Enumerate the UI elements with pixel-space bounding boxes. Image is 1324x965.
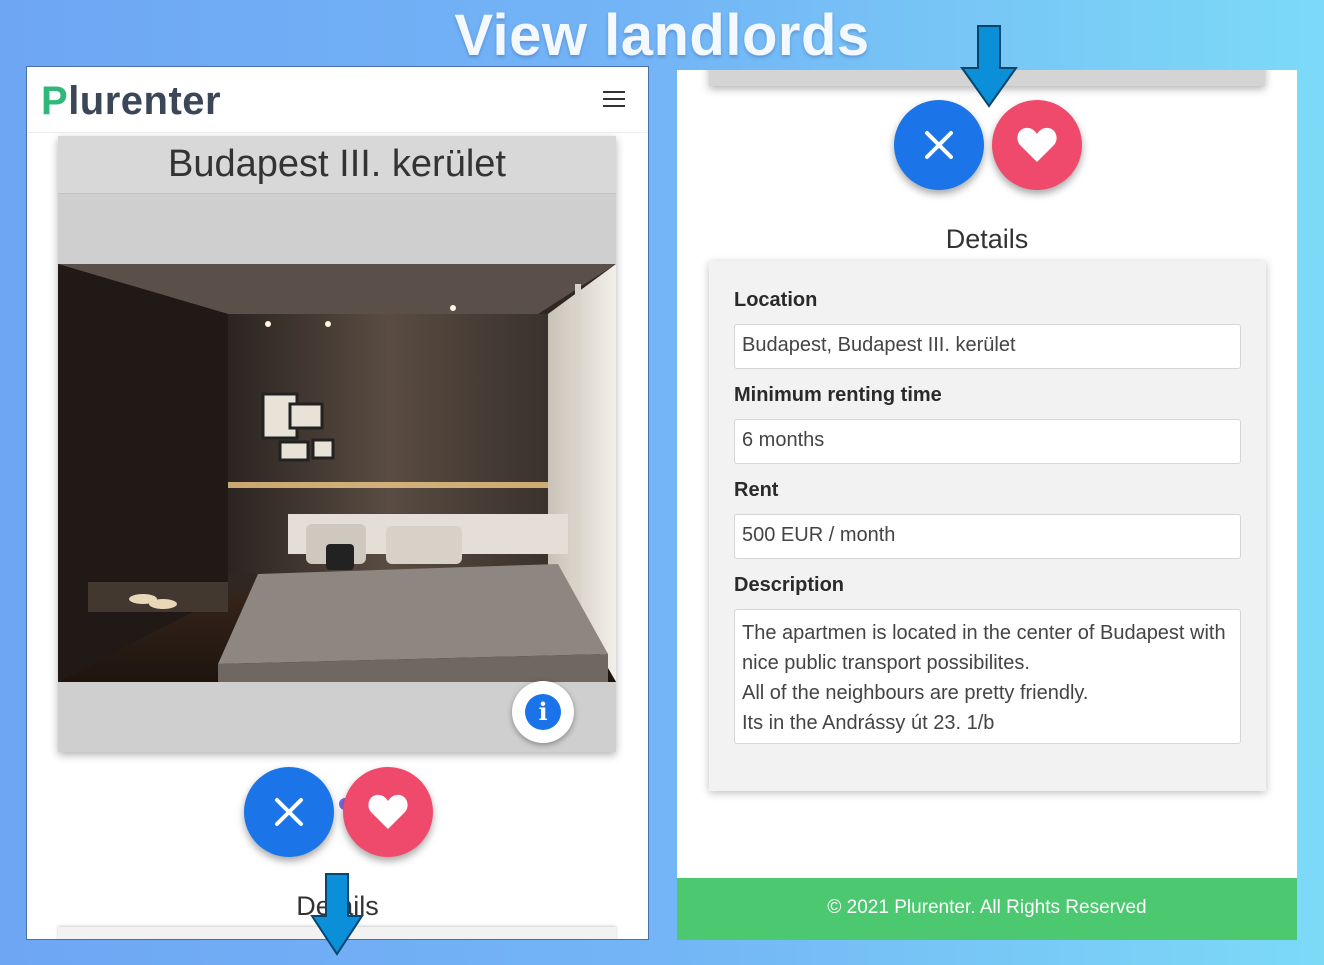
description-field[interactable]: The apartmen is located in the center of… (734, 609, 1241, 744)
logo-initial: P (41, 79, 69, 123)
min-renting-time-field[interactable]: 6 months (734, 419, 1241, 464)
info-button[interactable]: i (512, 681, 574, 743)
rent-field[interactable]: 500 EUR / month (734, 514, 1241, 559)
down-arrow-icon (960, 25, 1018, 108)
location-field[interactable]: Budapest, Budapest III. kerület (734, 324, 1241, 369)
description-label: Description (734, 574, 845, 596)
banner-title: View landlords (454, 3, 870, 68)
details-heading: Details (945, 224, 1029, 254)
rent-label: Rent (734, 479, 779, 501)
dislike-button[interactable] (244, 767, 334, 857)
description-line: All of the neighbours are pretty friendl… (742, 682, 1089, 704)
logo-text: lurenter (68, 79, 222, 123)
hamburger-menu-icon[interactable] (603, 91, 625, 107)
right-screen: Details Location Budapest, Budapest III.… (677, 70, 1297, 940)
like-button[interactable] (343, 767, 433, 857)
card-title: Budapest III. kerület (58, 136, 616, 194)
listing-photo[interactable] (58, 264, 616, 682)
heart-icon (368, 794, 408, 829)
description-line: The apartmen is located in the center of… (742, 622, 1226, 644)
details-panel: Location Budapest, Budapest III. kerület… (709, 261, 1266, 791)
footer: © 2021 Plurenter. All Rights Reserved (677, 878, 1297, 940)
description-line: nice public transport possibilites. (742, 652, 1030, 674)
close-x-icon (275, 798, 303, 826)
heart-icon (1017, 127, 1057, 162)
navbar: Plurenter (27, 67, 648, 133)
logo[interactable]: Plurenter (41, 79, 221, 124)
info-icon: i (525, 694, 561, 730)
description-line: Its in the Andrássy út 23. 1/b (742, 712, 995, 734)
min-renting-time-label: Minimum renting time (734, 384, 942, 406)
like-button[interactable] (992, 100, 1082, 190)
location-label: Location (734, 289, 818, 311)
down-arrow-icon (310, 873, 364, 956)
listing-card: Budapest III. kerület (58, 136, 616, 810)
left-screen: Plurenter Budapest III. kerület i (26, 66, 649, 940)
dislike-button[interactable] (894, 100, 984, 190)
close-x-icon (925, 131, 953, 159)
